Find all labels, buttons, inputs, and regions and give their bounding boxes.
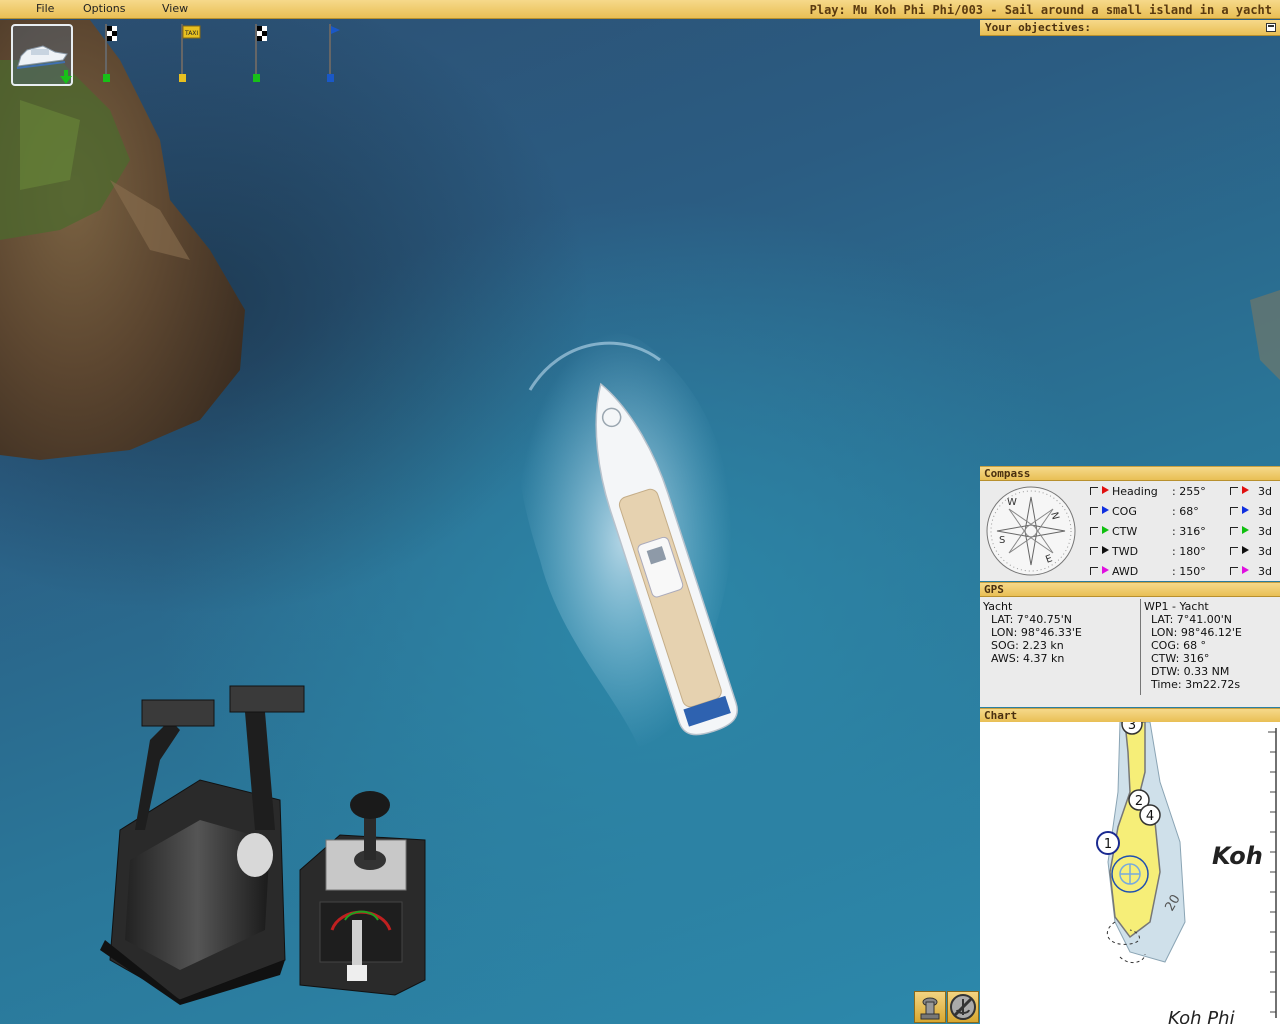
gps-divider (1140, 599, 1141, 695)
indicator-triangle-icon (1102, 486, 1109, 494)
compass-row-heading: Heading : 255° 3d (1088, 485, 1280, 499)
show-3d-checkbox[interactable] (1230, 507, 1238, 515)
rose-letter-w: W (1007, 497, 1017, 508)
blue-pennant-icon[interactable] (326, 24, 342, 84)
indicator-triangle-icon (1102, 566, 1109, 574)
compass-label: CTW (1112, 525, 1138, 538)
chart-zoom-scale[interactable] (1264, 722, 1280, 1024)
menu-bar: File Options View Play: Mu Koh Phi Phi/0… (0, 0, 1280, 19)
objectives-label: Your objectives: (985, 21, 1091, 34)
indicator-triangle-icon (1242, 486, 1249, 494)
chart-header[interactable]: Chart (980, 708, 1280, 723)
indicator-triangle-icon (1242, 526, 1249, 534)
toggle-3d-label: 3d (1258, 525, 1272, 538)
toggle-3d-label: 3d (1258, 485, 1272, 498)
indicator-triangle-icon (1102, 526, 1109, 534)
chart-place-label: Koh Phi (1212, 842, 1264, 870)
waypoint-4[interactable]: 4 (1139, 804, 1161, 826)
show-line-checkbox[interactable] (1090, 507, 1098, 515)
anchor-disabled-button[interactable] (947, 991, 979, 1023)
gps-yacht-aws: AWS: 4.37 kn (991, 652, 1065, 665)
chart-bottom-label: Koh Phi (1168, 1008, 1235, 1024)
compass-value: : 180° (1172, 545, 1206, 558)
compass-value: : 255° (1172, 485, 1206, 498)
gps-panel: Yacht LAT: 7°40.75'N LON: 98°46.33'E SOG… (980, 597, 1280, 707)
window-title: Play: Mu Koh Phi Phi/003 - Sail around a… (809, 3, 1272, 17)
compass-value: : 68° (1172, 505, 1199, 518)
waypoint-1[interactable]: 1 (1096, 831, 1120, 855)
compass-row-cog: COG : 68° 3d (1088, 505, 1280, 519)
show-3d-checkbox[interactable] (1230, 547, 1238, 555)
svg-text:4: 4 (1146, 809, 1154, 824)
taxi-flag-icon[interactable]: TAXI (178, 24, 202, 84)
toggle-3d-label: 3d (1258, 545, 1272, 558)
indicator-triangle-icon (1102, 546, 1109, 554)
compass-label: Heading (1112, 485, 1158, 498)
show-line-checkbox[interactable] (1090, 567, 1098, 575)
indicator-triangle-icon (1242, 506, 1249, 514)
toggle-3d-label: 3d (1258, 505, 1272, 518)
compass-label: TWD (1112, 545, 1139, 558)
chart-panel[interactable]: Koh Phi Koh Phi 20 1 2 3 4 (980, 722, 1280, 1024)
compass-rose-icon: N E S W (986, 486, 1076, 576)
status-arrow-icon (60, 70, 72, 84)
svg-text:2: 2 (1135, 794, 1143, 809)
throttle-levers[interactable] (100, 685, 305, 1005)
gps-waypoint-dtw: DTW: 0.33 NM (1151, 665, 1230, 678)
checkered-flag-icon[interactable] (102, 24, 118, 84)
menu-file[interactable]: File (36, 2, 54, 15)
menu-options[interactable]: Options (83, 2, 125, 15)
compass-label: AWD (1112, 565, 1139, 578)
gps-yacht-lat: LAT: 7°40.75'N (991, 613, 1073, 626)
gps-yacht-column: Yacht LAT: 7°40.75'N LON: 98°46.33'E SOG… (983, 600, 1082, 665)
compass-row-awd: AWD : 150° 3d (1088, 565, 1280, 579)
compass-row-ctw: CTW : 316° 3d (1088, 525, 1280, 539)
menu-view[interactable]: View (162, 2, 188, 15)
compass-header[interactable]: Compass (980, 466, 1280, 481)
bollard-icon (920, 997, 940, 1020)
show-line-checkbox[interactable] (1090, 527, 1098, 535)
minimize-objectives-button[interactable] (1266, 23, 1276, 32)
gps-yacht-sog: SOG: 2.23 kn (991, 639, 1064, 652)
show-3d-checkbox[interactable] (1230, 567, 1238, 575)
compass-panel: N E S W Heading : 255° 3d COG : 68° 3d CTW : 31… (980, 481, 1280, 581)
mooring-button[interactable] (914, 991, 946, 1023)
rose-letter-s: S (999, 535, 1005, 546)
far-rock (1250, 290, 1280, 380)
compass-value: : 150° (1172, 565, 1206, 578)
indicator-triangle-icon (1242, 566, 1249, 574)
show-3d-checkbox[interactable] (1230, 487, 1238, 495)
svg-text:3: 3 (1128, 722, 1136, 733)
show-line-checkbox[interactable] (1090, 487, 1098, 495)
compass-value: : 316° (1172, 525, 1206, 538)
gps-waypoint-lat: LAT: 7°41.00'N (1151, 613, 1233, 626)
gps-waypoint-ctw: CTW: 316° (1151, 652, 1210, 665)
checkered-flag-icon[interactable] (252, 24, 268, 84)
gps-waypoint-lon: LON: 98°46.12'E (1151, 626, 1242, 639)
gps-waypoint-title: WP1 - Yacht (1144, 600, 1209, 613)
gps-yacht-title: Yacht (983, 600, 1013, 613)
indicator-triangle-icon (1242, 546, 1249, 554)
compass-label: COG (1112, 505, 1137, 518)
gps-waypoint-time: Time: 3m22.72s (1151, 678, 1241, 691)
gps-waypoint-cog: COG: 68 ° (1151, 639, 1207, 652)
gps-waypoint-column: WP1 - Yacht LAT: 7°41.00'N LON: 98°46.12… (1144, 600, 1242, 691)
indicator-triangle-icon (1102, 506, 1109, 514)
compass-row-twd: TWD : 180° 3d (1088, 545, 1280, 559)
show-3d-checkbox[interactable] (1230, 527, 1238, 535)
svg-text:TAXI: TAXI (184, 30, 198, 37)
show-line-checkbox[interactable] (1090, 547, 1098, 555)
gps-yacht-lon: LON: 98°46.33'E (991, 626, 1082, 639)
bow-thruster-joystick[interactable] (299, 791, 426, 996)
toggle-3d-label: 3d (1258, 565, 1272, 578)
nautical-chart[interactable]: Koh Phi Koh Phi 20 1 2 3 4 (980, 722, 1280, 1024)
no-anchor-icon (950, 994, 976, 1020)
svg-text:1: 1 (1104, 837, 1112, 852)
objectives-bar: Your objectives: (980, 20, 1280, 36)
gps-header[interactable]: GPS (980, 582, 1280, 597)
